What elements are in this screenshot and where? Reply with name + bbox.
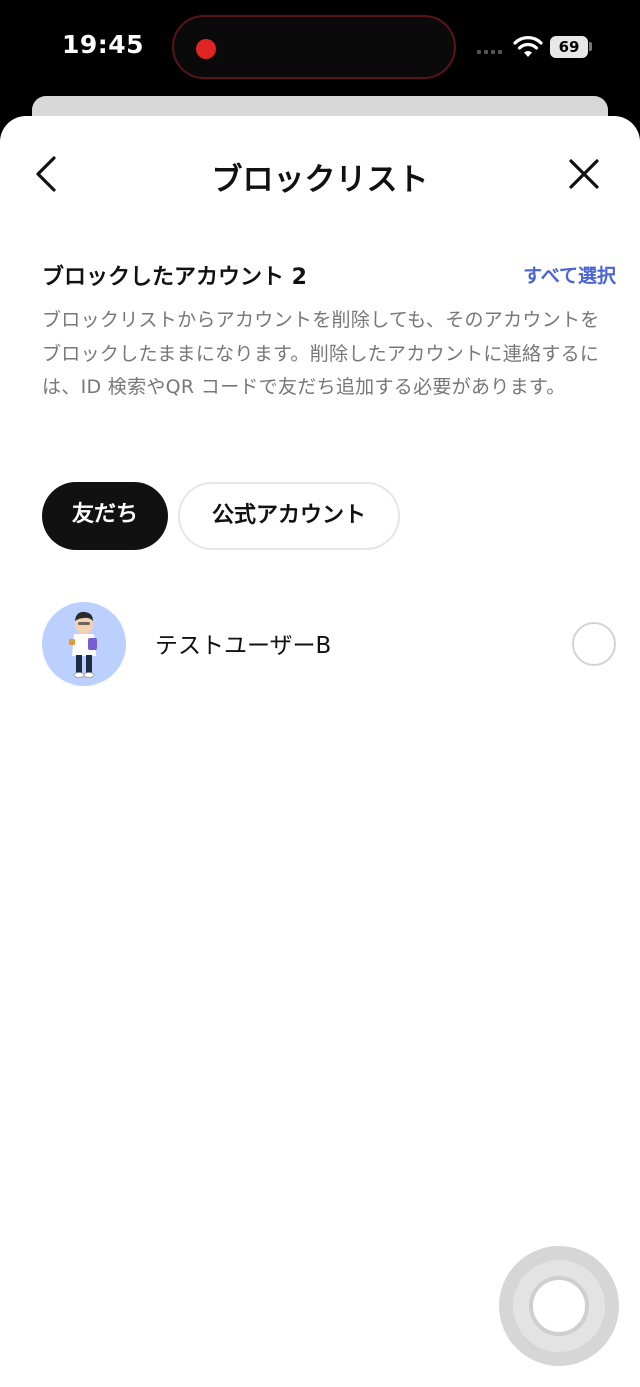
recording-indicator-icon	[196, 39, 216, 59]
status-time: 19:45	[62, 30, 145, 59]
tab-official-accounts[interactable]: 公式アカウント	[178, 482, 400, 550]
cellular-signal-icon	[477, 50, 502, 54]
section-description: ブロックリストからアカウントを削除しても、そのアカウントをブロックしたままになり…	[42, 309, 600, 398]
tab-friends[interactable]: 友だち	[42, 482, 168, 550]
avatar-figure-icon	[69, 611, 97, 678]
status-bar: 19:45 69	[0, 0, 640, 100]
close-icon[interactable]	[566, 156, 602, 192]
select-all-button[interactable]: すべて選択	[523, 261, 616, 288]
battery-icon: 69	[550, 36, 588, 58]
avatar	[42, 602, 126, 686]
battery-tip	[589, 42, 592, 51]
wifi-icon	[513, 36, 543, 57]
user-name: テストユーザーB	[155, 633, 332, 659]
dynamic-island[interactable]	[172, 15, 456, 79]
select-radio-button[interactable]	[572, 622, 616, 666]
block-list-sheet: ブロックリスト ブロックしたアカウント 2 すべて選択 ブロックリストからアカウ…	[0, 116, 640, 1387]
page-title: ブロックリスト	[211, 162, 429, 198]
assistive-touch-button[interactable]	[499, 1246, 619, 1366]
list-item[interactable]: テストユーザーB	[0, 602, 640, 688]
section-title: ブロックしたアカウント 2	[42, 265, 307, 290]
